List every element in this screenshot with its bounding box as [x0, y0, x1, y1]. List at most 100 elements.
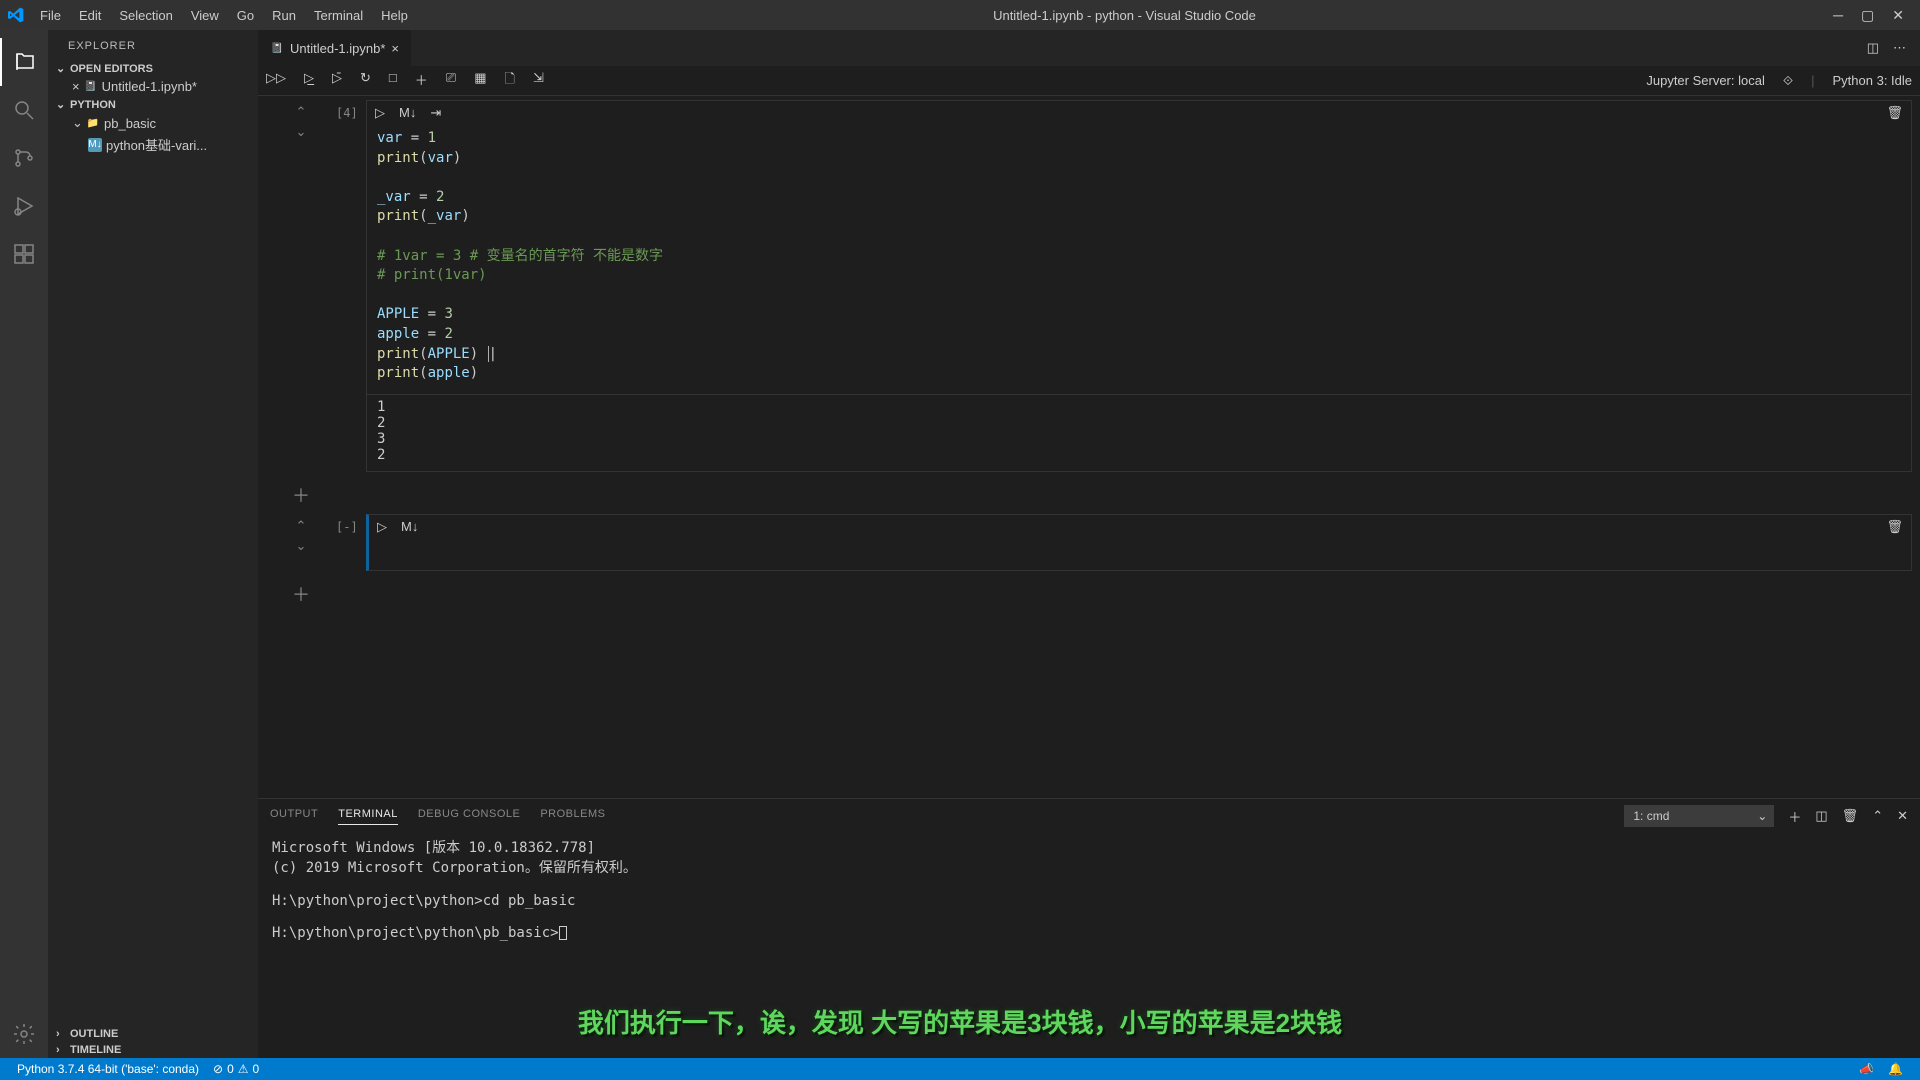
- menu-run[interactable]: Run: [264, 4, 304, 27]
- minimize-button[interactable]: ─: [1833, 7, 1843, 24]
- new-terminal-icon[interactable]: ＋: [1788, 807, 1801, 826]
- status-bar: Python 3.7.4 64-bit ('base': conda) ⊘0 ⚠…: [0, 1058, 1920, 1080]
- collapse-input-icon[interactable]: ⌃: [296, 518, 307, 534]
- chevron-down-icon: ⌄: [56, 98, 66, 111]
- timeline-section[interactable]: ›TIMELINE: [48, 1042, 258, 1058]
- activity-bar: [0, 30, 48, 1058]
- split-editor-icon[interactable]: ◫: [1867, 40, 1879, 56]
- search-icon[interactable]: [0, 86, 48, 134]
- menu-help[interactable]: Help: [373, 4, 416, 27]
- markdown-toggle-icon[interactable]: M↓: [399, 105, 416, 121]
- run-debug-icon[interactable]: [0, 182, 48, 230]
- collapse-output-icon[interactable]: ⌄: [296, 538, 307, 554]
- notebook-toolbar: ▷▷ ▷̲ ▷̄ ↻ □ ＋ ⎚ ▦ 🗋 ⇲ Jupyter Server: l…: [258, 66, 1920, 96]
- clear-outputs-icon[interactable]: ⎚: [446, 70, 456, 92]
- source-control-icon[interactable]: [0, 134, 48, 182]
- maximize-button[interactable]: ▢: [1861, 7, 1874, 24]
- menu-view[interactable]: View: [183, 4, 227, 27]
- run-cell-icon[interactable]: ▷: [377, 519, 387, 535]
- extensions-icon[interactable]: [0, 230, 48, 278]
- interrupt-kernel-icon[interactable]: □: [389, 70, 397, 92]
- delete-cell-icon[interactable]: 🗑: [1886, 105, 1903, 121]
- close-panel-icon[interactable]: ✕: [1897, 808, 1908, 824]
- python-interpreter-status[interactable]: Python 3.7.4 64-bit ('base': conda): [10, 1062, 206, 1076]
- notifications-icon[interactable]: 🔔: [1881, 1062, 1910, 1076]
- execution-count: [-]: [336, 520, 366, 534]
- titlebar: FileEditSelectionViewGoRunTerminalHelp U…: [0, 0, 1920, 30]
- delete-cell-icon[interactable]: 🗑: [1886, 519, 1903, 535]
- panel-tab-debug-console[interactable]: DEBUG CONSOLE: [418, 808, 520, 825]
- collapse-output-icon[interactable]: ⌄: [296, 124, 307, 140]
- close-button[interactable]: ✕: [1892, 7, 1904, 24]
- export-icon[interactable]: ⇲: [533, 70, 544, 92]
- notebook-file-icon: 📓: [270, 41, 284, 55]
- terminal-cursor: [559, 926, 567, 940]
- run-all-icon[interactable]: ▷▷: [266, 70, 286, 92]
- video-subtitle: 我们执行一下，诶，发现 大写的苹果是3块钱，小写的苹果是2块钱: [578, 1003, 1342, 1040]
- close-file-icon[interactable]: ×: [72, 79, 80, 94]
- menu-edit[interactable]: Edit: [71, 4, 109, 27]
- tab-notebook[interactable]: 📓 Untitled-1.ipynb* ×: [258, 30, 412, 66]
- feedback-icon[interactable]: 📣: [1852, 1062, 1881, 1076]
- add-cell-icon[interactable]: ＋: [415, 70, 428, 92]
- run-cell-icon[interactable]: ▷: [375, 105, 385, 121]
- window-controls: ─ ▢ ✕: [1833, 7, 1912, 24]
- code-editor[interactable]: [369, 539, 1911, 571]
- window-title: Untitled-1.ipynb - python - Visual Studi…: [416, 8, 1833, 23]
- variables-icon[interactable]: ▦: [474, 70, 486, 92]
- restart-kernel-icon[interactable]: ↻: [360, 70, 371, 92]
- chevron-down-icon: ⌄: [56, 62, 66, 75]
- terminal-selector[interactable]: 1: cmd⌄: [1624, 805, 1774, 827]
- warning-icon: ⚠: [238, 1062, 249, 1076]
- folder-item[interactable]: ⌄ 📁 pb_basic: [48, 113, 258, 133]
- notebook-cell: ⌃ ⌄ [-] ▷ M↓ 🗑: [266, 514, 1912, 572]
- code-editor[interactable]: var = 1 print(var) _var = 2 print(_var) …: [367, 125, 1911, 392]
- editor-area: 📓 Untitled-1.ipynb* × ◫ ⋯ ▷▷ ▷̲ ▷̄ ↻ □ ＋…: [258, 30, 1920, 1058]
- open-editor-file[interactable]: × 📓 Untitled-1.ipynb*: [48, 77, 258, 96]
- chevron-down-icon: ⌄: [72, 115, 82, 131]
- execution-count: [4]: [336, 106, 366, 120]
- close-tab-icon[interactable]: ×: [391, 41, 399, 56]
- panel-tab-problems[interactable]: PROBLEMS: [540, 808, 605, 825]
- file-item[interactable]: M↓ python基础-vari...: [48, 133, 258, 156]
- menu-file[interactable]: File: [32, 4, 69, 27]
- save-icon[interactable]: 🗋: [504, 70, 514, 92]
- add-cell-below-icon[interactable]: ＋: [266, 476, 336, 514]
- settings-gear-icon[interactable]: [0, 1010, 48, 1058]
- panel-tab-terminal[interactable]: TERMINAL: [338, 808, 398, 825]
- panel-tab-output[interactable]: OUTPUT: [270, 808, 318, 825]
- explorer-icon[interactable]: [0, 38, 48, 86]
- collapse-input-icon[interactable]: ⌃: [296, 104, 307, 120]
- more-actions-icon[interactable]: ⋯: [1893, 40, 1906, 56]
- chevron-down-icon: ⌄: [1757, 809, 1767, 823]
- markdown-file-icon: M↓: [88, 138, 102, 152]
- cell-body[interactable]: ▷ M↓ 🗑: [366, 514, 1912, 572]
- add-cell-below-icon[interactable]: ＋: [266, 575, 336, 613]
- kernel-status[interactable]: Python 3: Idle: [1833, 73, 1913, 88]
- cell-output: 1 2 3 2: [367, 394, 1911, 471]
- kill-terminal-icon[interactable]: 🗑: [1842, 808, 1859, 824]
- line-by-line-icon[interactable]: ⇥: [430, 105, 441, 121]
- trusted-icon[interactable]: ⟐: [1783, 73, 1793, 89]
- split-terminal-icon[interactable]: ◫: [1815, 808, 1827, 824]
- outline-section[interactable]: ›OUTLINE: [48, 1026, 258, 1042]
- workspace-section[interactable]: ⌄PYTHON: [48, 96, 258, 113]
- menu-terminal[interactable]: Terminal: [306, 4, 371, 27]
- notebook-file-icon: 📓: [84, 80, 98, 94]
- menu-selection[interactable]: Selection: [111, 4, 180, 27]
- cell-body[interactable]: ▷ M↓ ⇥ 🗑 var = 1 print(var) _var = 2 print(_…: [366, 100, 1912, 472]
- run-below-icon[interactable]: ▷̄: [332, 70, 342, 92]
- menu-go[interactable]: Go: [229, 4, 262, 27]
- tab-bar: 📓 Untitled-1.ipynb* × ◫ ⋯: [258, 30, 1920, 66]
- maximize-panel-icon[interactable]: ⌃: [1872, 808, 1883, 824]
- folder-icon: 📁: [86, 116, 100, 130]
- notebook-body[interactable]: ⌃ ⌄ [4] ▷ M↓ ⇥ 🗑 var = 1 print(var) _var = 2 pr…: [258, 96, 1920, 798]
- jupyter-server-status[interactable]: Jupyter Server: local: [1646, 73, 1765, 88]
- menu-bar: FileEditSelectionViewGoRunTerminalHelp: [32, 4, 416, 27]
- error-icon: ⊘: [213, 1062, 223, 1076]
- run-above-icon[interactable]: ▷̲: [304, 70, 314, 92]
- problems-status[interactable]: ⊘0 ⚠0: [206, 1062, 266, 1076]
- vscode-logo-icon: [8, 7, 24, 23]
- markdown-toggle-icon[interactable]: M↓: [401, 519, 418, 535]
- open-editors-section[interactable]: ⌄OPEN EDITORS: [48, 60, 258, 77]
